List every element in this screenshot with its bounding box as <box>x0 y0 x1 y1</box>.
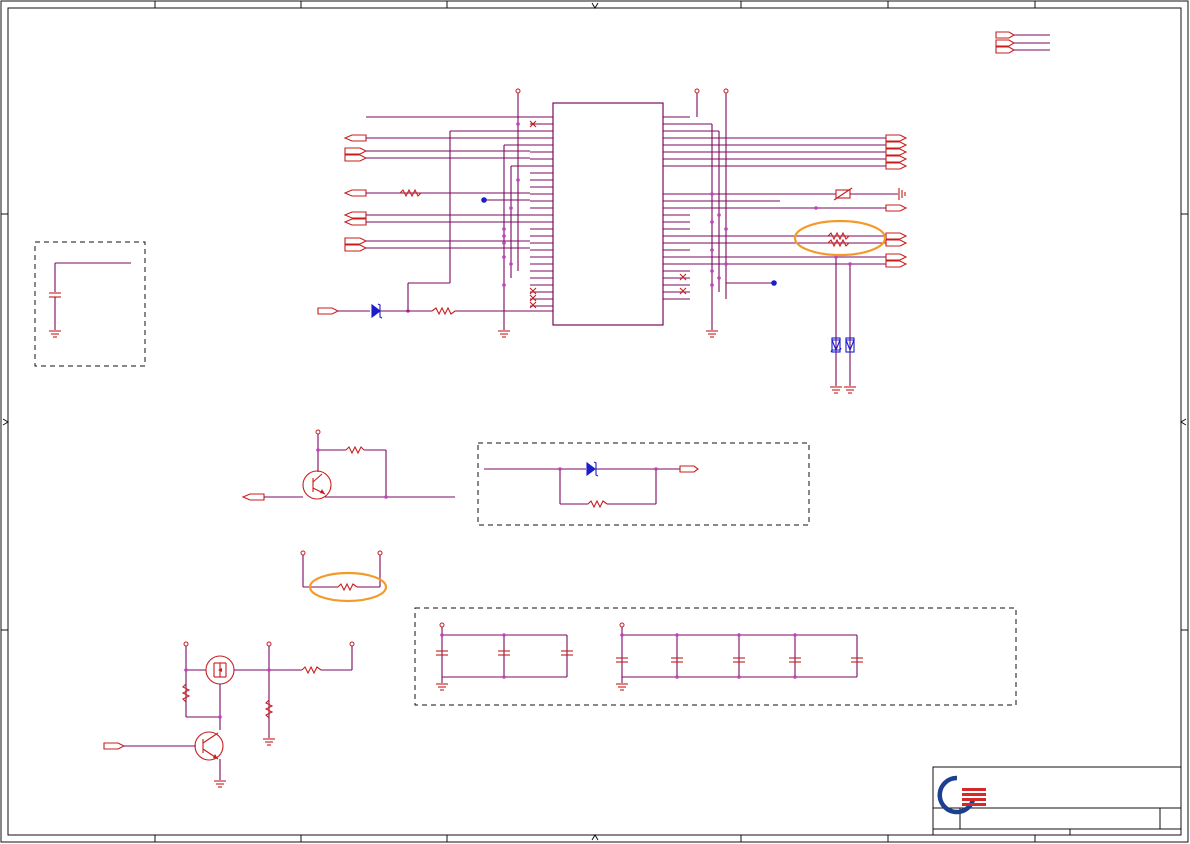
ic-left-wiring <box>343 88 530 338</box>
ground-symbol <box>830 386 856 394</box>
ground-symbol <box>706 330 718 338</box>
transistor-icon <box>194 731 224 761</box>
diode-resistor-box <box>477 442 810 526</box>
mosfet-icon <box>205 655 235 685</box>
schematic-sheet <box>0 0 1189 843</box>
offpage-connectors-top-right <box>995 31 1050 54</box>
transistor-icon <box>302 470 332 500</box>
jumper-resistor <box>300 550 383 592</box>
ground-symbol <box>498 330 510 338</box>
company-logo-icon <box>937 775 986 815</box>
transistor-switch-circuit <box>241 429 455 501</box>
title-block <box>932 766 1182 836</box>
earth-ground-icon <box>898 188 906 200</box>
left-capacitor-box <box>34 241 146 367</box>
ic-right-wiring <box>690 88 908 394</box>
decoupling-capacitor-box <box>414 607 1017 706</box>
ic-right-pins <box>663 116 690 300</box>
reset-diode-circuit <box>317 303 553 319</box>
main-ic <box>529 102 690 326</box>
ic-left-pins <box>530 116 553 307</box>
power-switch-circuit <box>103 641 355 788</box>
